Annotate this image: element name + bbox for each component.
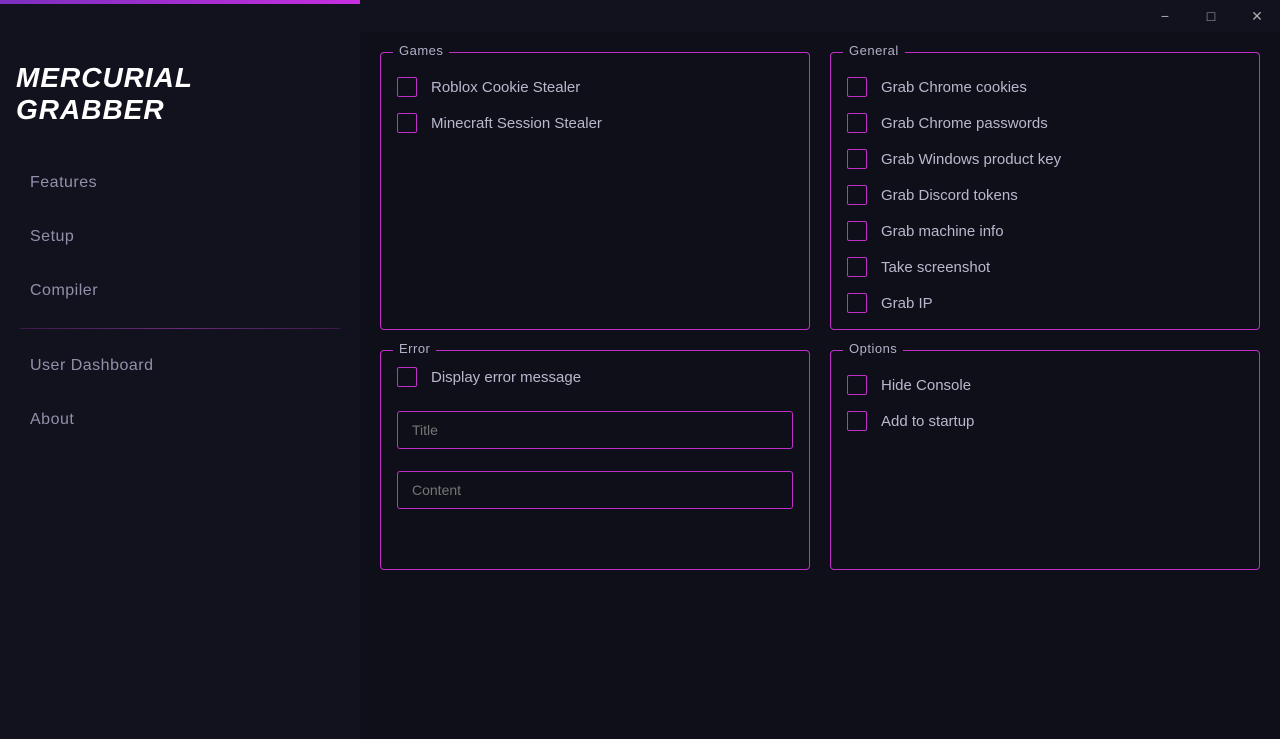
grab-chrome-cookies-checkbox[interactable] [847, 77, 867, 97]
games-panel-title: Games [393, 43, 449, 58]
error-panel-title: Error [393, 341, 436, 356]
grab-chrome-cookies-label: Grab Chrome cookies [881, 79, 1027, 96]
grab-chrome-passwords-label: Grab Chrome passwords [881, 115, 1048, 132]
main-content: Games Roblox Cookie Stealer Minecraft Se… [360, 32, 1280, 739]
add-to-startup-item: Add to startup [847, 411, 1243, 431]
general-panel-title: General [843, 43, 905, 58]
roblox-cookie-stealer-item: Roblox Cookie Stealer [397, 77, 793, 97]
roblox-cookie-stealer-checkbox[interactable] [397, 77, 417, 97]
grab-ip-checkbox[interactable] [847, 293, 867, 313]
sidebar-item-compiler[interactable]: Compiler [0, 264, 360, 318]
take-screenshot-checkbox[interactable] [847, 257, 867, 277]
minecraft-session-stealer-item: Minecraft Session Stealer [397, 113, 793, 133]
grab-windows-product-key-label: Grab Windows product key [881, 151, 1061, 168]
general-items: Grab Chrome cookies Grab Chrome password… [847, 77, 1243, 313]
title-bar-controls: − □ ✕ [1142, 0, 1280, 32]
hide-console-checkbox[interactable] [847, 375, 867, 395]
sidebar-item-features[interactable]: Features [0, 156, 360, 210]
sidebar-item-setup[interactable]: Setup [0, 210, 360, 264]
add-to-startup-label: Add to startup [881, 413, 974, 430]
grab-discord-tokens-checkbox[interactable] [847, 185, 867, 205]
error-content-input[interactable] [397, 471, 793, 509]
general-panel: General Grab Chrome cookies Grab Chrome … [830, 52, 1260, 330]
hide-console-item: Hide Console [847, 375, 1243, 395]
app-title: MERCURIAL GRABBER [0, 52, 360, 156]
grab-machine-info-item: Grab machine info [847, 221, 1243, 241]
grab-machine-info-checkbox[interactable] [847, 221, 867, 241]
minecraft-session-stealer-label: Minecraft Session Stealer [431, 115, 602, 132]
grab-machine-info-label: Grab machine info [881, 223, 1004, 240]
display-error-message-label: Display error message [431, 369, 581, 386]
grab-chrome-passwords-checkbox[interactable] [847, 113, 867, 133]
grab-windows-product-key-item: Grab Windows product key [847, 149, 1243, 169]
nav-divider [20, 328, 340, 329]
display-error-message-checkbox[interactable] [397, 367, 417, 387]
error-content: Display error message [397, 367, 793, 509]
title-bar-accent [0, 0, 360, 4]
add-to-startup-checkbox[interactable] [847, 411, 867, 431]
options-panel: Options Hide Console Add to startup [830, 350, 1260, 570]
nav-items: Features Setup Compiler User Dashboard A… [0, 156, 360, 719]
display-error-message-item: Display error message [397, 367, 793, 387]
hide-console-label: Hide Console [881, 377, 971, 394]
error-title-input[interactable] [397, 411, 793, 449]
games-panel: Games Roblox Cookie Stealer Minecraft Se… [380, 52, 810, 330]
minecraft-session-stealer-checkbox[interactable] [397, 113, 417, 133]
sidebar: MERCURIAL GRABBER Features Setup Compile… [0, 32, 360, 739]
maximize-button[interactable]: □ [1188, 0, 1234, 32]
options-panel-title: Options [843, 341, 903, 356]
error-panel: Error Display error message [380, 350, 810, 570]
grab-windows-product-key-checkbox[interactable] [847, 149, 867, 169]
app-container: MERCURIAL GRABBER Features Setup Compile… [0, 32, 1280, 739]
options-items: Hide Console Add to startup [847, 375, 1243, 431]
grab-discord-tokens-item: Grab Discord tokens [847, 185, 1243, 205]
grab-chrome-cookies-item: Grab Chrome cookies [847, 77, 1243, 97]
sidebar-item-about[interactable]: About [0, 393, 360, 447]
grab-ip-item: Grab IP [847, 293, 1243, 313]
grab-discord-tokens-label: Grab Discord tokens [881, 187, 1018, 204]
sidebar-item-user-dashboard[interactable]: User Dashboard [0, 339, 360, 393]
games-items: Roblox Cookie Stealer Minecraft Session … [397, 77, 793, 133]
close-button[interactable]: ✕ [1234, 0, 1280, 32]
title-bar: − □ ✕ [0, 0, 1280, 32]
roblox-cookie-stealer-label: Roblox Cookie Stealer [431, 79, 580, 96]
grab-chrome-passwords-item: Grab Chrome passwords [847, 113, 1243, 133]
minimize-button[interactable]: − [1142, 0, 1188, 32]
take-screenshot-label: Take screenshot [881, 259, 990, 276]
take-screenshot-item: Take screenshot [847, 257, 1243, 277]
grab-ip-label: Grab IP [881, 295, 933, 312]
